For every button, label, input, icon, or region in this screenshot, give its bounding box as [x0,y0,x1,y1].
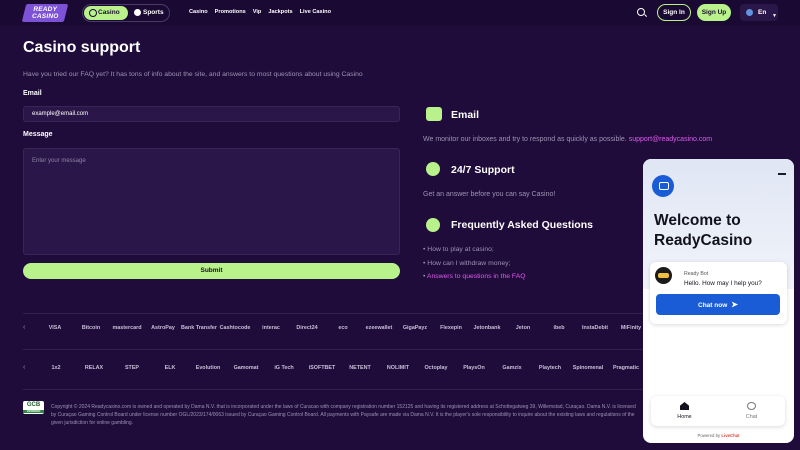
faq-item: How to play at casino; [423,246,526,260]
provider-logos: 1x2 RELAX STEP ELK Evolution Gamomat iG Tech iS… [37,365,645,371]
logo-isoftbet[interactable]: iSOFTBET [303,365,341,371]
faq-link[interactable]: Answers to questions in the FAQ [423,273,526,287]
tab-chat[interactable]: Chat [718,396,785,426]
logo-octoplay[interactable]: Octoplay [417,365,455,371]
logo-jetonbank[interactable]: Jetonbank [469,325,505,331]
logo-cashtocode[interactable]: Cashtocode [217,325,253,331]
chat-bubble-icon [652,175,674,197]
logo-relax[interactable]: RELAX [75,365,113,371]
logo-evolution[interactable]: Evolution [189,365,227,371]
home-icon [680,402,689,410]
chevron-left-icon[interactable]: ‹ [23,324,37,331]
chevron-left-icon[interactable]: ‹ [23,364,37,371]
email-field[interactable]: example@email.com [23,106,400,122]
divider [23,349,643,350]
logo-mastercard[interactable]: mastercard [109,325,145,331]
logo-ig-tech[interactable]: iG Tech [265,365,303,371]
logo-1x2[interactable]: 1x2 [37,365,75,371]
send-icon: ➤ [731,300,738,309]
question-icon [426,218,440,232]
intro-text: Have you tried our FAQ yet? It has tons … [23,71,363,78]
chat-icon [747,402,756,410]
globe-icon [746,9,753,16]
chat-tabs: Home Chat [651,396,785,426]
message-textarea[interactable]: Enter your message [23,148,400,255]
faq-list: How to play at casino; How can I withdra… [423,246,526,287]
providers-carousel: ‹ 1x2 RELAX STEP ELK Evolution Gamomat iG Tech… [23,364,645,371]
powered-by[interactable]: Powered by LiveChat [643,433,794,438]
logo-spinomenal[interactable]: Spinomenal [569,365,607,371]
language-selector[interactable]: En ▼ [740,4,778,21]
ready-casino-logo[interactable]: READY CASINO [21,4,69,22]
bot-name: Ready Bot [684,271,709,277]
casino-toggle-button[interactable]: Casino [84,6,128,20]
logo-step[interactable]: STEP [113,365,151,371]
faq-item: How can I withdraw money; [423,260,526,274]
logo-direct24[interactable]: Direct24 [289,325,325,331]
faq-heading: Frequently Asked Questions [451,219,593,231]
email-info-text: We monitor our inboxes and try to respon… [423,136,713,143]
nav-jackpots[interactable]: Jackpots [268,9,292,15]
logo-interac[interactable]: interac [253,325,289,331]
support-email-link[interactable]: support@readycasino.com [629,136,712,143]
search-icon[interactable] [637,8,645,16]
divider [23,389,643,390]
chat-now-button[interactable]: Chat now ➤ [656,294,780,315]
divider [23,313,643,314]
support-text: Get an answer before you can say Casino! [423,191,556,198]
copyright-text: Copyright © 2024 Readycasino.com is owne… [51,404,636,427]
chevron-down-icon: ▼ [772,13,777,19]
logo-gamzix[interactable]: Gamzix [493,365,531,371]
livechat-widget: Welcome to ReadyCasino Ready Bot Hello. … [643,159,794,443]
chat-welcome-title: Welcome to ReadyCasino [654,212,753,249]
logo-nolimit[interactable]: NOLIMIT [379,365,417,371]
casino-chip-icon [89,9,97,17]
logo-playson[interactable]: PlaysOn [455,365,493,371]
logo-flexepin[interactable]: Flexepin [433,325,469,331]
nav-vip[interactable]: Vip [253,9,262,15]
logo-astropay[interactable]: AstroPay [145,325,181,331]
logo-bank-transfer[interactable]: Bank Transfer [181,325,217,331]
support-heading: 24/7 Support [451,164,515,176]
sports-toggle-button[interactable]: Sports [132,6,164,20]
message-label: Message [23,131,53,138]
email-label: Email [23,90,42,97]
nav-promotions[interactable]: Promotions [215,9,246,15]
logo-gigapayz[interactable]: GigaPayz [397,325,433,331]
nav-live-casino[interactable]: Live Casino [300,9,331,15]
logo-elk[interactable]: ELK [151,365,189,371]
soccer-ball-icon [134,9,141,16]
tab-home[interactable]: Home [651,396,718,426]
logo-netent[interactable]: NETENT [341,365,379,371]
email-heading: Email [451,109,480,121]
bot-avatar [655,267,672,284]
payment-logos: VISA Bitcoin mastercard AstroPay Bank Transf… [37,325,649,331]
casino-sports-toggle: Casino Sports [82,4,170,22]
top-header: READY CASINO Casino Sports Casino Promot… [0,0,800,26]
logo-ezeewallet[interactable]: ezeewallet [361,325,397,331]
logo-instadebit[interactable]: InstaDebit [577,325,613,331]
envelope-icon [426,107,442,121]
page-title: Casino support [23,39,141,56]
support-24-icon [426,162,440,176]
sign-in-button[interactable]: Sign In [657,4,691,21]
logo-visa[interactable]: VISA [37,325,73,331]
logo-bitcoin[interactable]: Bitcoin [73,325,109,331]
logo-ibeb[interactable]: ibeb [541,325,577,331]
main-nav: Casino Promotions Vip Jackpots Live Casi… [189,9,331,15]
logo-gamomat[interactable]: Gamomat [227,365,265,371]
submit-button[interactable]: Submit [23,263,400,279]
sign-up-button[interactable]: Sign Up [697,4,731,21]
payments-carousel: ‹ VISA Bitcoin mastercard AstroPay Bank Tran… [23,324,649,331]
logo-playtech[interactable]: Playtech [531,365,569,371]
bot-message: Hello. How may I help you? [684,280,762,287]
gcb-license-badge[interactable]: GCB VERIFIED [23,401,44,414]
logo-pragmatic[interactable]: Pragmatic [607,365,645,371]
minimize-icon[interactable] [778,173,786,175]
logo-jeton[interactable]: Jeton [505,325,541,331]
logo-eco[interactable]: eco [325,325,361,331]
nav-casino[interactable]: Casino [189,9,208,15]
